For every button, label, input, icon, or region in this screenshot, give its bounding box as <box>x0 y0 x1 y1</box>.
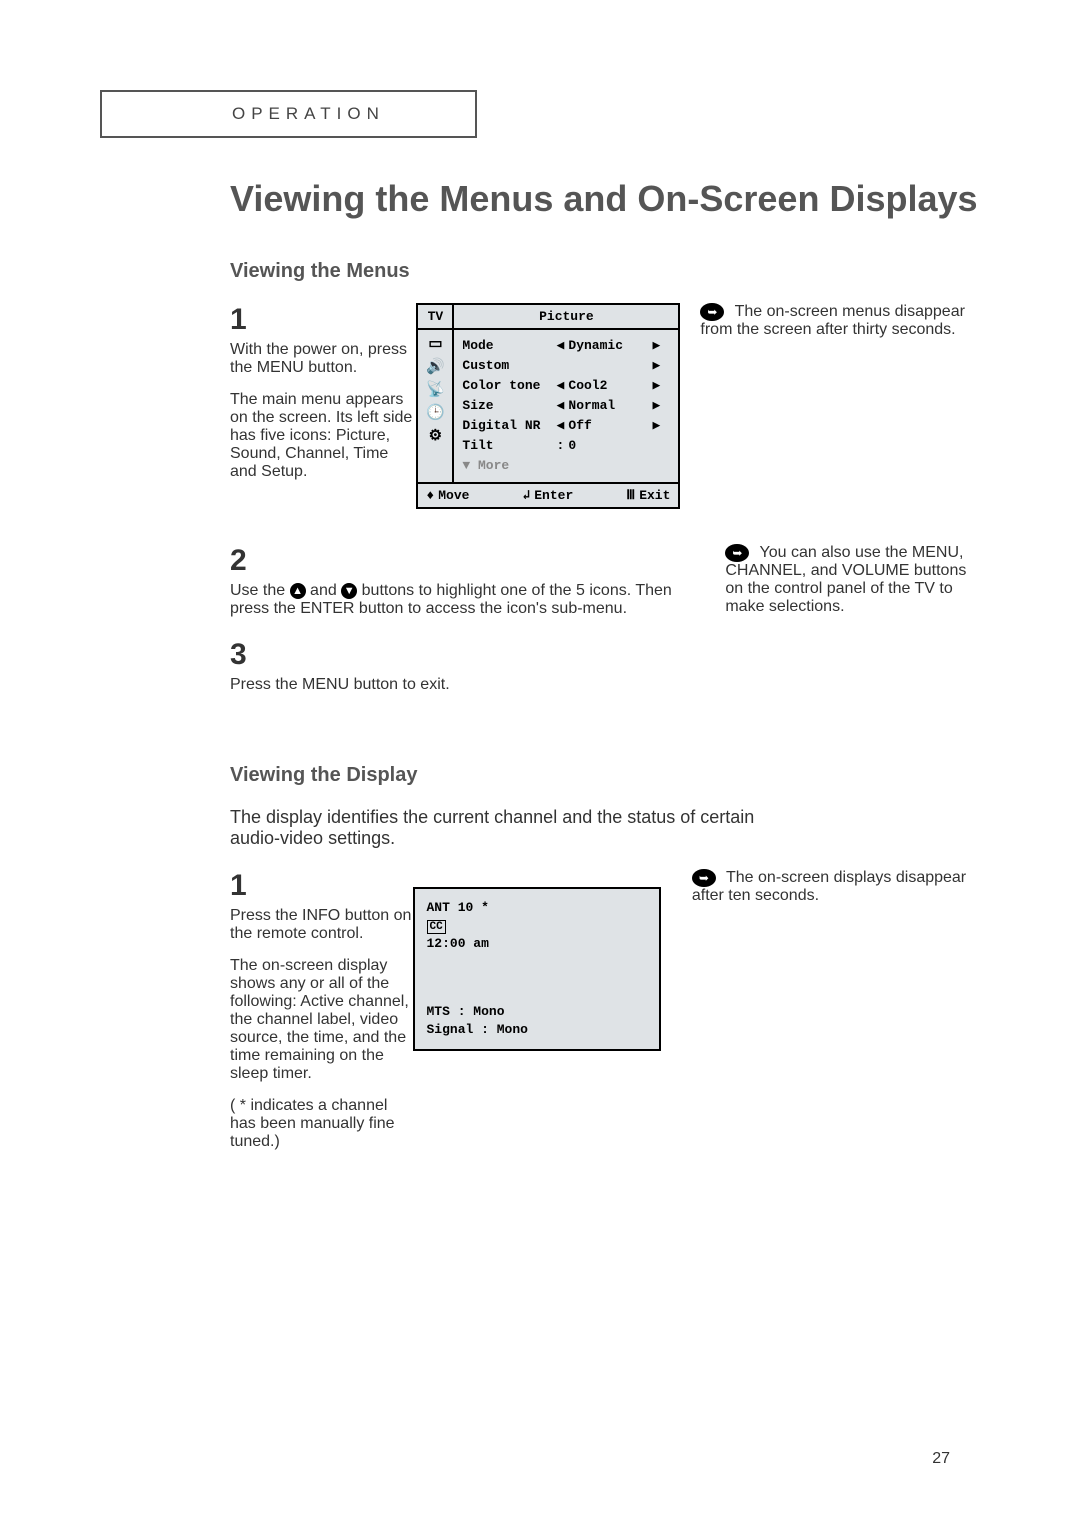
osd-row-mode: Mode ◀ Dynamic ▶ <box>462 336 670 356</box>
display-intro: The display identifies the current chann… <box>230 807 790 849</box>
display-step1-p1: Press the INFO button on the remote cont… <box>230 907 413 943</box>
step-number-3: 3 <box>230 638 790 672</box>
move-icon: ♦ <box>426 488 434 503</box>
step1-text-c: The main menu appears on the screen. Its… <box>230 391 416 481</box>
osd-info-ant: ANT 10 * <box>427 899 647 917</box>
picture-icon: ▭ <box>428 336 442 351</box>
up-button-icon: ▲ <box>290 583 306 599</box>
step2-text-b: and <box>310 582 341 599</box>
time-icon: 🕒 <box>426 405 445 420</box>
osd-footer-enter: Enter <box>534 488 573 503</box>
display-step1-p2: The on-screen display shows any or all o… <box>230 957 413 1083</box>
down-button-icon: ▼ <box>341 583 357 599</box>
osd-tv-label: TV <box>418 305 454 328</box>
operation-label: OPERATION <box>232 104 385 123</box>
osd-row-custom: Custom ▶ <box>462 356 670 376</box>
osd-row-size: Size ◀ Normal ▶ <box>462 396 670 416</box>
osd-footer-move: Move <box>438 488 469 503</box>
section-heading-display: Viewing the Display <box>230 764 980 787</box>
osd-row-digitalnr: Digital NR ◀ Off ▶ <box>462 416 670 436</box>
osd-title: Picture <box>454 305 678 328</box>
osd-info-mts: MTS : Mono <box>427 1003 647 1021</box>
step1-text-b: the MENU button. <box>230 359 416 377</box>
note-icon: ➥ <box>700 303 724 321</box>
osd-picture-menu: TV Picture ▭ 🔊 📡 🕒 ⚙ Mode ◀ <box>416 303 680 509</box>
display-step1-p3: ( * indicates a channel has been manuall… <box>230 1097 413 1151</box>
page-number: 27 <box>932 1450 950 1468</box>
step-number-2: 2 <box>230 544 705 578</box>
enter-icon: ↲ <box>522 488 530 503</box>
step1-text-a: With the power on, press <box>230 341 416 359</box>
display-step-number-1: 1 <box>230 869 413 903</box>
osd-row-tilt: Tilt : 0 <box>462 436 670 456</box>
page-title: Viewing the Menus and On-Screen Displays <box>230 178 980 220</box>
exit-icon: Ⅲ <box>626 488 635 503</box>
osd-row-colortone: Color tone ◀ Cool2 ▶ <box>462 376 670 396</box>
section-heading-menus: Viewing the Menus <box>230 260 980 283</box>
note-icon: ➥ <box>725 544 749 562</box>
setup-icon: ⚙ <box>429 428 442 443</box>
osd-sidebar-icons: ▭ 🔊 📡 🕒 ⚙ <box>418 330 454 482</box>
osd-footer: ♦ Move ↲ Enter Ⅲ Exit <box>418 482 678 507</box>
channel-icon: 📡 <box>426 382 445 397</box>
operation-header: OPERATION <box>100 90 477 138</box>
osd-row-more: ▼ More <box>462 456 670 476</box>
note-menus-2: You can also use the MENU, CHANNEL, and … <box>725 544 966 615</box>
osd-info-cc: CC <box>427 920 446 934</box>
osd-footer-exit: Exit <box>639 488 670 503</box>
note-icon: ➥ <box>692 869 716 887</box>
note-menus-1: The on-screen menus disappear from the s… <box>700 303 965 338</box>
osd-info-time: 12:00 am <box>427 935 647 953</box>
step-number-1: 1 <box>230 303 416 337</box>
step3-text: Press the MENU button to exit. <box>230 676 790 694</box>
step2-text-a: Use the <box>230 582 290 599</box>
note-display: The on-screen displays disappear after t… <box>692 869 966 904</box>
sound-icon: 🔊 <box>426 359 445 374</box>
osd-info-signal: Signal : Mono <box>427 1021 647 1039</box>
osd-info-display: ANT 10 * CC 12:00 am MTS : Mono Signal :… <box>413 887 661 1051</box>
